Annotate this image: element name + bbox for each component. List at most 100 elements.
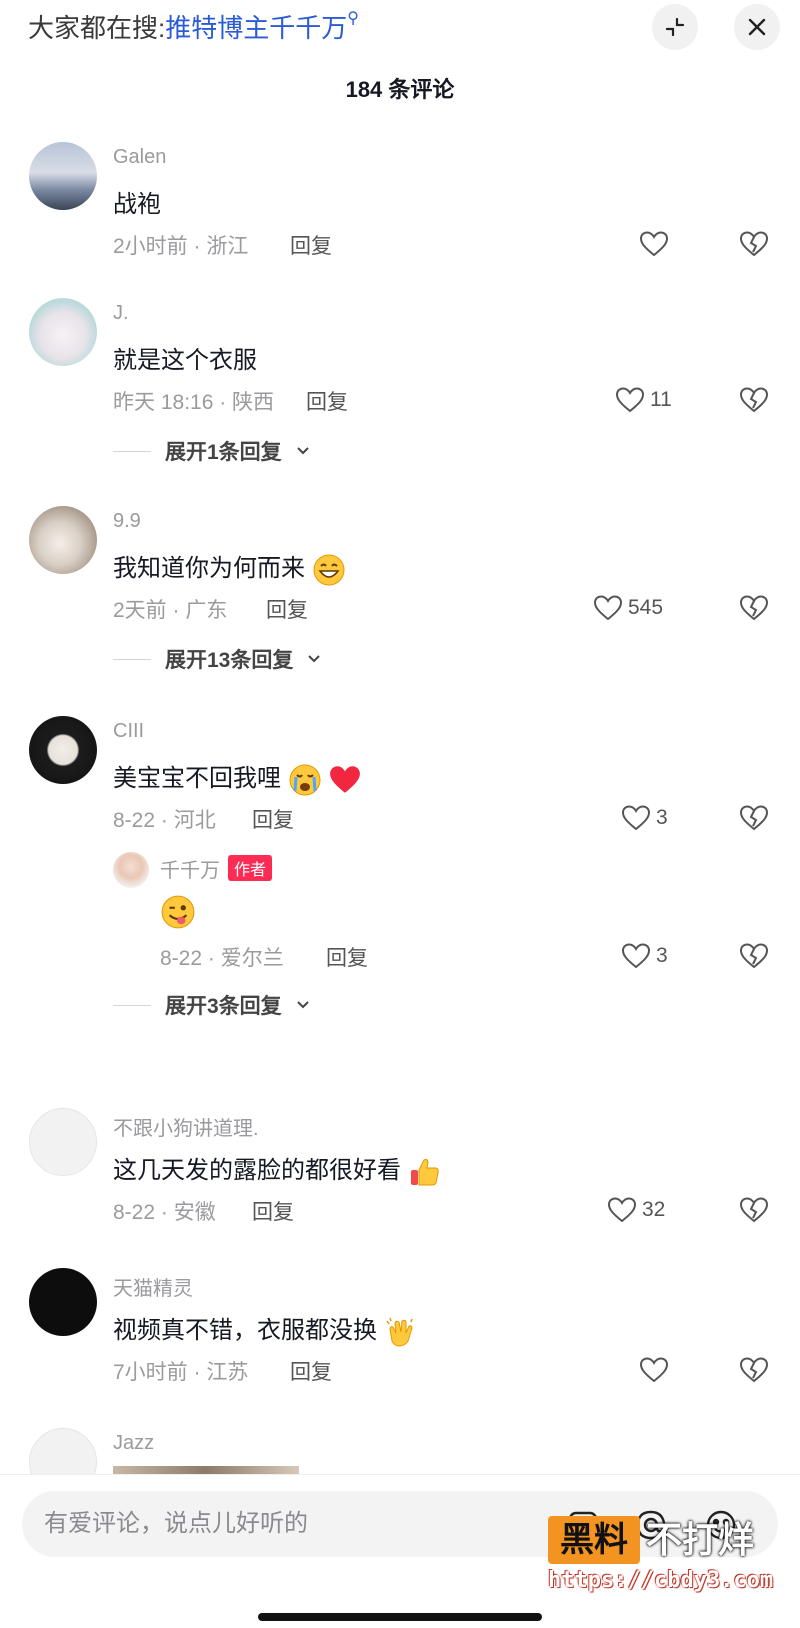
divider bbox=[113, 450, 151, 452]
collapse-button[interactable] bbox=[652, 4, 698, 50]
broken-heart-icon[interactable] bbox=[738, 228, 770, 260]
like-button[interactable]: 545 bbox=[592, 592, 663, 624]
crying-emoji-icon bbox=[289, 764, 321, 796]
reply-text bbox=[160, 894, 196, 930]
like-button[interactable] bbox=[638, 228, 670, 260]
like-button[interactable]: 3 bbox=[620, 802, 668, 834]
comment-text: 美宝宝不回我哩 bbox=[113, 758, 362, 797]
comment-text-content: 美宝宝不回我哩 bbox=[113, 765, 281, 792]
like-count: 3 bbox=[656, 806, 668, 829]
avatar[interactable] bbox=[29, 506, 97, 574]
broken-heart-icon[interactable] bbox=[738, 940, 770, 972]
broken-heart-icon[interactable] bbox=[738, 592, 770, 624]
expand-replies-label: 展开1条回复 bbox=[165, 441, 282, 464]
reply-button[interactable]: 回复 bbox=[326, 942, 368, 972]
clapping-hands-icon bbox=[386, 1317, 413, 1347]
watermark: 黑料 不打烊 https://cbdy3.com bbox=[548, 1516, 788, 1606]
watermark-text: 不打烊 bbox=[646, 1519, 755, 1560]
like-button[interactable]: 32 bbox=[606, 1194, 665, 1226]
comment-text: 视频真不错，衣服都没换 bbox=[113, 1310, 418, 1349]
top-bar: 大家都在搜:推特博主千千万⚲ bbox=[0, 0, 800, 56]
expand-replies-label: 展开13条回复 bbox=[165, 649, 294, 672]
like-count: 32 bbox=[642, 1198, 666, 1221]
broken-heart-icon[interactable] bbox=[738, 1354, 770, 1386]
heart-icon bbox=[593, 595, 623, 621]
search-suggestion-keyword[interactable]: 推特博主千千万 bbox=[165, 13, 347, 43]
thumbs-up-icon bbox=[410, 1158, 439, 1186]
heart-icon bbox=[615, 387, 645, 413]
chevron-down-icon bbox=[308, 655, 321, 663]
comment-time-location: 8-22 · 河北 bbox=[113, 809, 216, 832]
comment-time-location: 2小时前 · 浙江 bbox=[113, 235, 249, 258]
comment-time-location: 8-22 · 安徽 bbox=[113, 1201, 216, 1224]
expand-replies-label: 展开3条回复 bbox=[165, 995, 282, 1018]
comment-time-location: 7小时前 · 江苏 bbox=[113, 1361, 249, 1384]
comment-time-location: 2天前 · 广东 bbox=[113, 599, 228, 622]
expand-replies-button[interactable]: 展开13条回复 bbox=[113, 644, 321, 674]
search-icon: ⚲ bbox=[347, 10, 359, 27]
heart-icon bbox=[607, 1197, 637, 1223]
wink-tongue-emoji-icon bbox=[161, 895, 195, 929]
comment-username[interactable]: 天猫精灵 bbox=[113, 1272, 193, 1301]
reply-button[interactable]: 回复 bbox=[252, 1196, 294, 1226]
close-icon bbox=[748, 18, 766, 36]
avatar[interactable] bbox=[29, 142, 97, 210]
comment-text-content: 这几天发的露脸的都很好看 bbox=[113, 1157, 401, 1184]
heart-icon bbox=[621, 805, 651, 831]
comment-username[interactable]: Galen bbox=[113, 146, 166, 169]
comment-username[interactable]: Jazz bbox=[113, 1432, 154, 1455]
reply-button[interactable]: 回复 bbox=[306, 386, 348, 416]
comment-username[interactable]: 9.9 bbox=[113, 510, 141, 533]
reply-button[interactable]: 回复 bbox=[290, 230, 332, 260]
comment-username[interactable]: J. bbox=[113, 302, 129, 325]
avatar[interactable] bbox=[29, 1108, 97, 1176]
avatar[interactable] bbox=[29, 1268, 97, 1336]
author-badge: 作者 bbox=[228, 855, 273, 881]
comment-text-content: 视频真不错，衣服都没换 bbox=[113, 1317, 377, 1344]
like-count: 545 bbox=[628, 596, 664, 619]
broken-heart-icon[interactable] bbox=[738, 384, 770, 416]
comment-text: 就是这个衣服 bbox=[113, 347, 257, 374]
reply-button[interactable]: 回复 bbox=[266, 594, 308, 624]
like-button[interactable] bbox=[638, 1354, 670, 1386]
reply-button[interactable]: 回复 bbox=[252, 804, 294, 834]
divider bbox=[113, 658, 151, 660]
close-button[interactable] bbox=[734, 4, 780, 50]
red-heart-icon bbox=[330, 765, 361, 793]
avatar[interactable] bbox=[29, 298, 97, 366]
reply-time-location: 8-22 · 爱尔兰 bbox=[160, 947, 284, 970]
broken-heart-icon[interactable] bbox=[738, 802, 770, 834]
heart-icon bbox=[639, 231, 669, 257]
comment-count: 184 条评论 bbox=[345, 77, 455, 102]
comment-time-location: 昨天 18:16 · 陕西 bbox=[113, 391, 275, 414]
grin-emoji-icon bbox=[313, 554, 345, 586]
comment-text: 战袍 bbox=[113, 191, 161, 218]
divider bbox=[113, 1004, 151, 1006]
like-button[interactable]: 11 bbox=[614, 384, 672, 416]
reply-button[interactable]: 回复 bbox=[290, 1356, 332, 1386]
comment-username[interactable]: 不跟小狗讲道理. bbox=[113, 1112, 259, 1141]
home-indicator bbox=[258, 1613, 542, 1621]
like-count: 11 bbox=[650, 388, 672, 411]
avatar[interactable] bbox=[29, 716, 97, 784]
like-count: 3 bbox=[656, 944, 668, 967]
avatar[interactable] bbox=[113, 852, 149, 888]
expand-replies-button[interactable]: 展开1条回复 bbox=[113, 436, 310, 466]
broken-heart-icon[interactable] bbox=[738, 1194, 770, 1226]
like-button[interactable]: 3 bbox=[620, 940, 668, 972]
watermark-url: https://cbdy3.com bbox=[548, 1568, 774, 1593]
reply-username-text: 千千万 bbox=[160, 860, 220, 882]
comment-input[interactable] bbox=[44, 1504, 524, 1544]
comment-text-content: 我知道你为何而来 bbox=[113, 555, 305, 582]
chevron-down-icon bbox=[296, 1001, 309, 1009]
comment-username[interactable]: CIII bbox=[113, 720, 144, 743]
search-suggestion-prefix: 大家都在搜: bbox=[28, 13, 166, 43]
image-thumbnail[interactable] bbox=[113, 1466, 299, 1474]
expand-replies-button[interactable]: 展开3条回复 bbox=[113, 990, 310, 1020]
comment-text: 这几天发的露脸的都很好看 bbox=[113, 1150, 442, 1189]
collapse-icon bbox=[665, 17, 685, 37]
comment-text: 我知道你为何而来 bbox=[113, 548, 346, 587]
watermark-badge: 黑料 bbox=[548, 1516, 640, 1564]
reply-username[interactable]: 千千万 作者 bbox=[160, 854, 273, 883]
search-suggestion[interactable]: 大家都在搜:推特博主千千万⚲ bbox=[28, 8, 359, 45]
